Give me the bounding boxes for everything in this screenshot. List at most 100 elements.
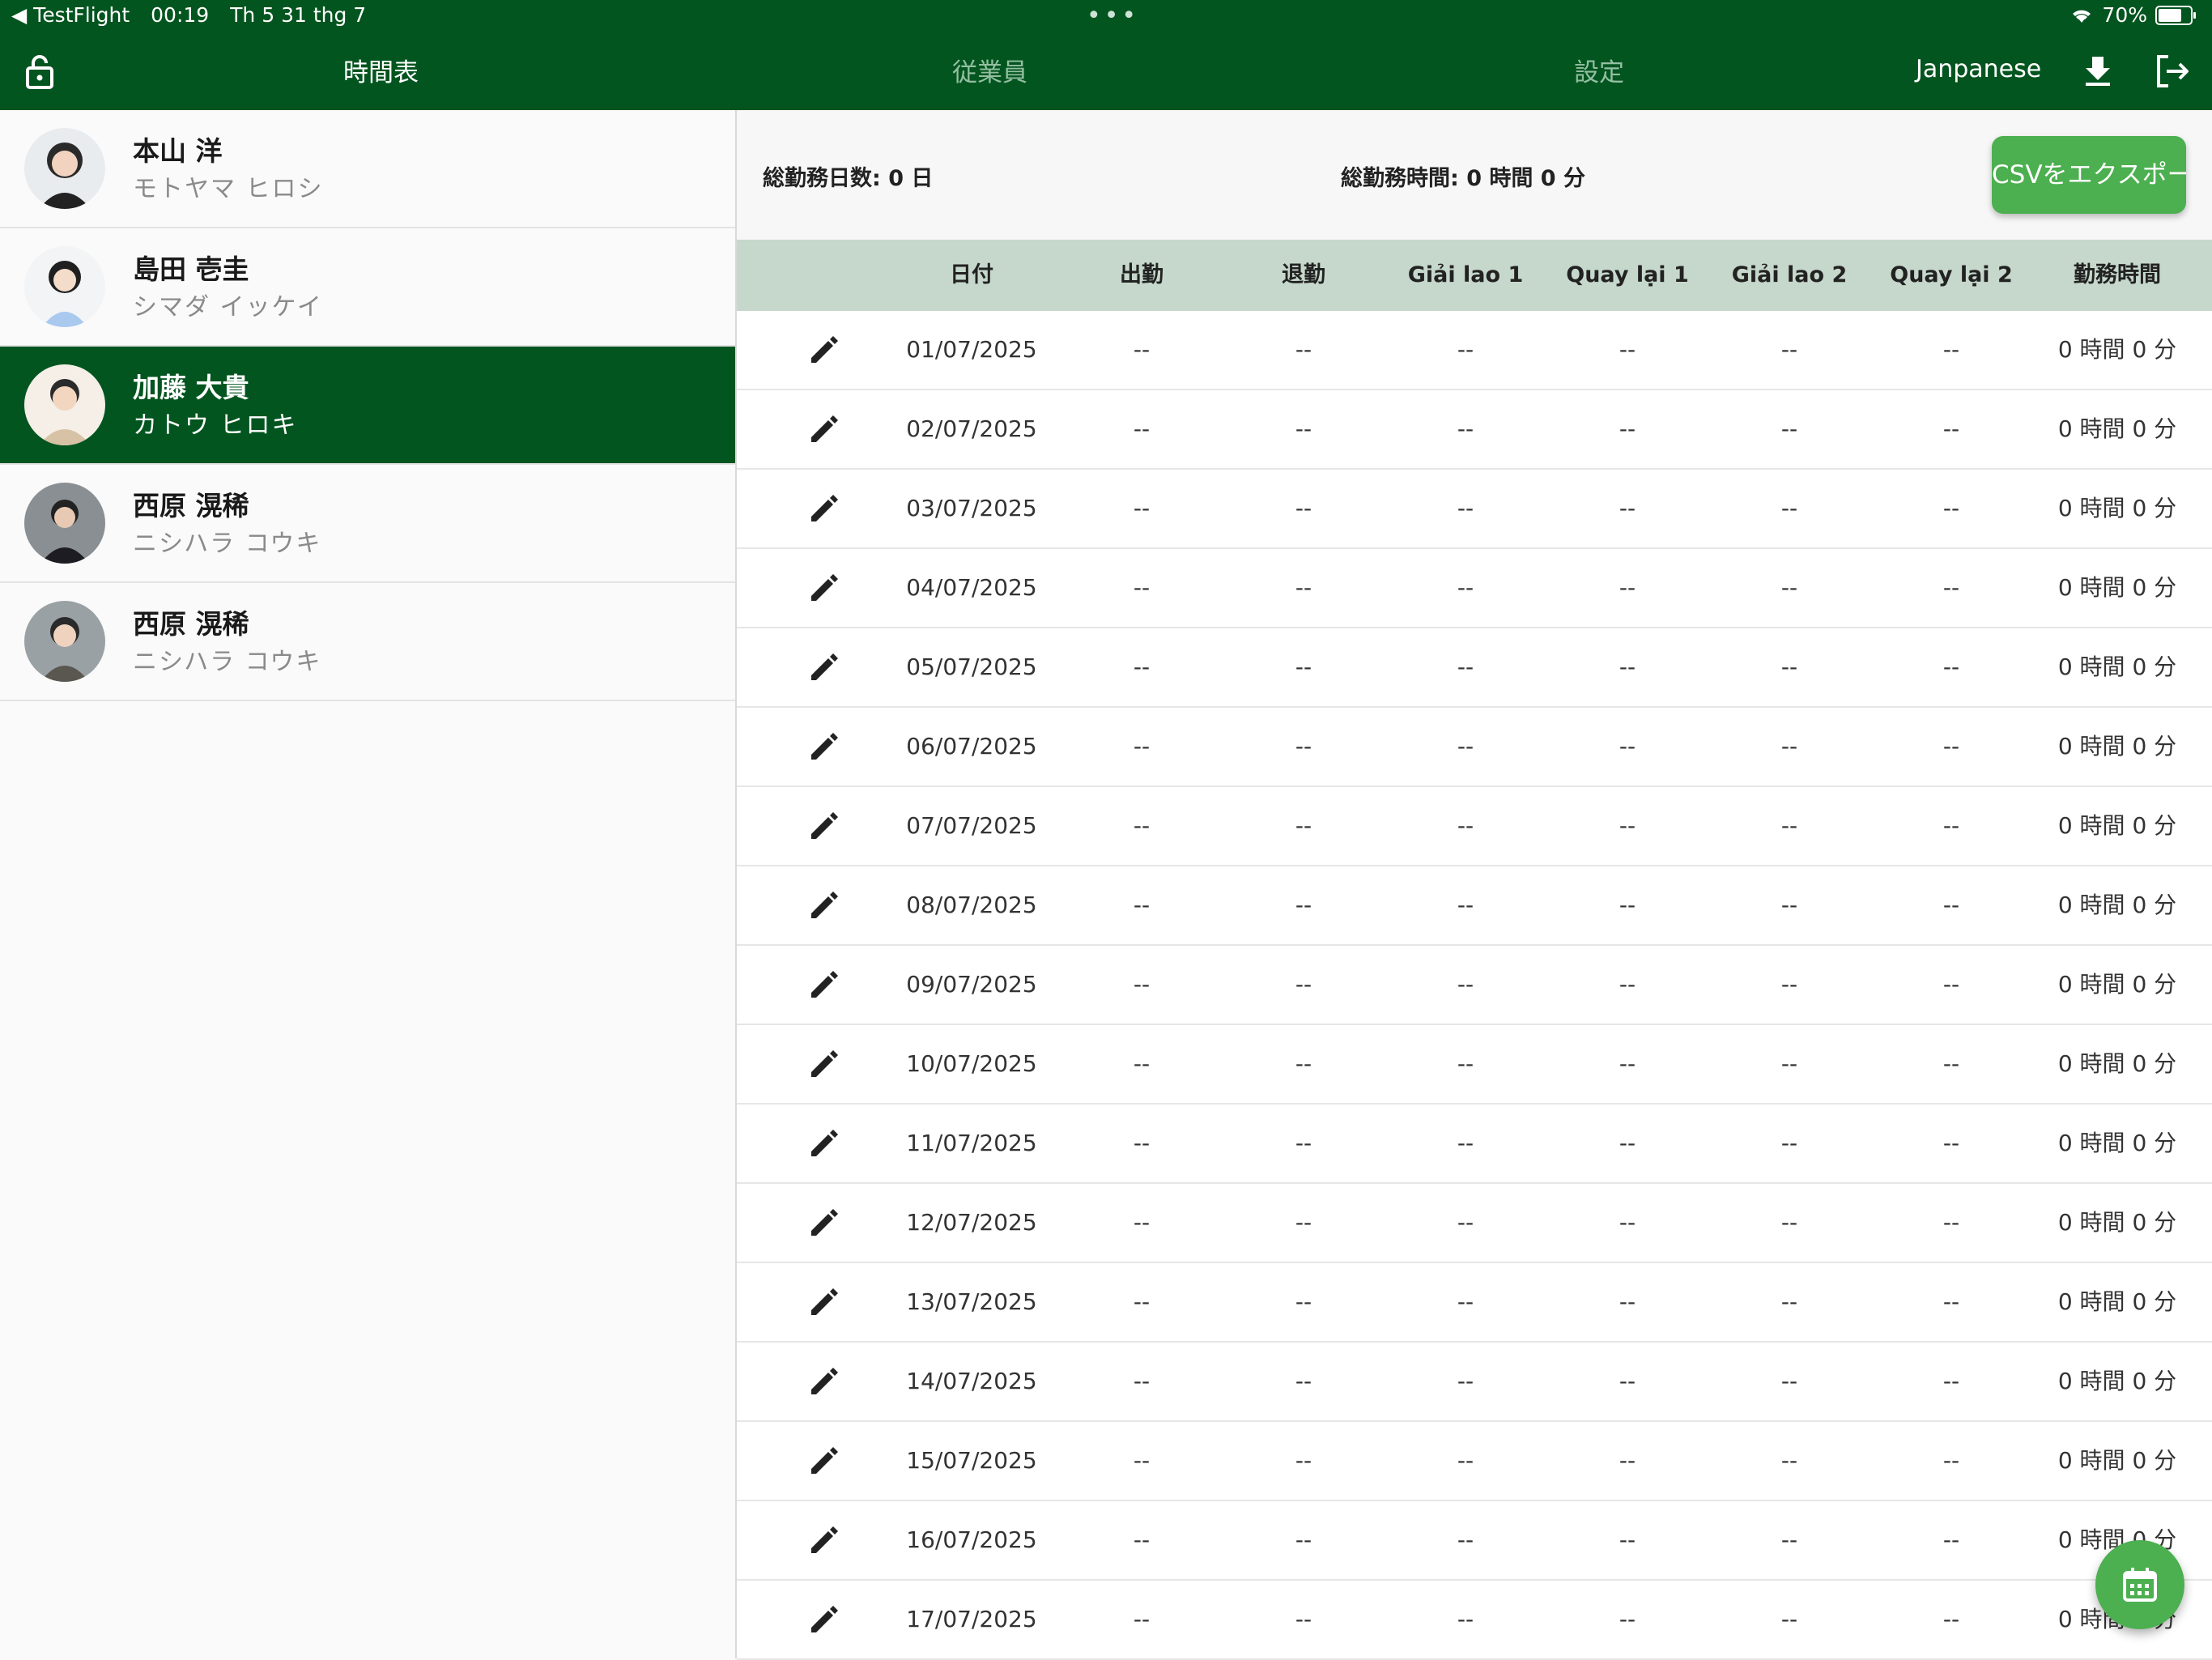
cell-clock-in: --: [1133, 1368, 1151, 1394]
pencil-icon[interactable]: [806, 491, 842, 526]
cell-clock-in: --: [1133, 812, 1151, 839]
table-row: 11/07/2025 -- -- -- -- -- -- 0 時間 0 分: [737, 1105, 2212, 1184]
pencil-icon[interactable]: [806, 967, 842, 1002]
pencil-icon[interactable]: [806, 887, 842, 923]
cell-return-2: --: [1942, 1526, 1960, 1553]
wifi-icon: [2073, 10, 2091, 23]
column-header-break-2: Giải lao 2: [1731, 262, 1848, 287]
cell-break-1: --: [1457, 653, 1474, 680]
employee-item[interactable]: 島田 壱圭 シマダ イッケイ: [0, 228, 735, 347]
multitasking-dots[interactable]: •••: [1087, 2, 1139, 30]
pencil-icon[interactable]: [806, 808, 842, 844]
table-row: 12/07/2025 -- -- -- -- -- -- 0 時間 0 分: [737, 1184, 2212, 1263]
table-row: 04/07/2025 -- -- -- -- -- -- 0 時間 0 分: [737, 549, 2212, 628]
cell-work-time: 0 時間 0 分: [2057, 733, 2177, 760]
pencil-icon[interactable]: [806, 649, 842, 685]
employee-name: 島田 壱圭: [133, 253, 249, 285]
cell-break-2: --: [1780, 1050, 1798, 1077]
cell-return-2: --: [1942, 1209, 1960, 1236]
cell-date: 02/07/2025: [906, 415, 1037, 442]
cell-return-2: --: [1942, 1447, 1960, 1474]
tab-timesheet[interactable]: 時間表: [343, 52, 419, 88]
pencil-icon[interactable]: [806, 1284, 842, 1320]
employee-name: 西原 滉稀: [133, 490, 249, 521]
cell-return-1: --: [1619, 1447, 1636, 1474]
cell-break-2: --: [1780, 892, 1798, 918]
cell-return-1: --: [1619, 971, 1636, 998]
cell-date: 01/07/2025: [906, 336, 1037, 363]
pencil-icon[interactable]: [806, 1522, 842, 1558]
column-header-clock-in: 出勤: [1120, 262, 1163, 287]
pencil-icon[interactable]: [806, 332, 842, 368]
export-csv-button[interactable]: CSVをエクスポート: [1992, 136, 2186, 214]
employee-item[interactable]: 本山 洋 モトヤマ ヒロシ: [0, 110, 735, 228]
employee-item[interactable]: 西原 滉稀 ニシハラ コウキ: [0, 583, 735, 701]
pencil-icon[interactable]: [806, 1126, 842, 1161]
cell-date: 10/07/2025: [906, 1050, 1037, 1077]
cell-work-time: 0 時間 0 分: [2057, 1288, 2177, 1315]
table-row: 10/07/2025 -- -- -- -- -- -- 0 時間 0 分: [737, 1025, 2212, 1105]
cell-clock-out: --: [1295, 495, 1312, 521]
pencil-icon[interactable]: [806, 411, 842, 447]
pencil-icon[interactable]: [806, 729, 842, 764]
pencil-icon[interactable]: [806, 1364, 842, 1399]
cell-break-1: --: [1457, 1288, 1474, 1315]
employee-item-selected[interactable]: 加藤 大貴 カトウ ヒロキ: [0, 347, 735, 465]
cell-return-1: --: [1619, 733, 1636, 760]
status-date: Th 5 31 thg 7: [230, 3, 367, 27]
pencil-icon[interactable]: [806, 1602, 842, 1637]
cell-clock-in: --: [1133, 1130, 1151, 1156]
cell-work-time: 0 時間 0 分: [2057, 1050, 2177, 1077]
cell-break-1: --: [1457, 1050, 1474, 1077]
cell-return-1: --: [1619, 1606, 1636, 1632]
download-icon[interactable]: [2078, 50, 2118, 91]
calendar-fab-button[interactable]: [2095, 1540, 2184, 1629]
pencil-icon[interactable]: [806, 570, 842, 606]
total-work-hours: 総勤務時間: 0 時間 0 分: [1341, 166, 1585, 191]
cell-work-time: 0 時間 0 分: [2057, 1130, 2177, 1156]
cell-clock-out: --: [1295, 1526, 1312, 1553]
calendar-icon: [2123, 1568, 2157, 1602]
table-row: 06/07/2025 -- -- -- -- -- -- 0 時間 0 分: [737, 708, 2212, 787]
cell-clock-in: --: [1133, 733, 1151, 760]
cell-clock-out: --: [1295, 1288, 1312, 1315]
lock-icon[interactable]: [19, 52, 60, 92]
cell-return-2: --: [1942, 1050, 1960, 1077]
table-row: 03/07/2025 -- -- -- -- -- -- 0 時間 0 分: [737, 470, 2212, 549]
status-bar: ◀ TestFlight 00:19 Th 5 31 thg 7 ••• 70%: [0, 0, 2212, 34]
avatar: [24, 483, 105, 564]
employee-item[interactable]: 西原 滉稀 ニシハラ コウキ: [0, 465, 735, 583]
tab-employees[interactable]: 従業員: [952, 52, 1027, 88]
table-row: 08/07/2025 -- -- -- -- -- -- 0 時間 0 分: [737, 866, 2212, 946]
cell-work-time: 0 時間 0 分: [2057, 971, 2177, 998]
cell-clock-out: --: [1295, 733, 1312, 760]
pencil-icon[interactable]: [806, 1205, 842, 1241]
cell-break-1: --: [1457, 1368, 1474, 1394]
cell-clock-out: --: [1295, 1606, 1312, 1632]
cell-break-1: --: [1457, 1447, 1474, 1474]
pencil-icon[interactable]: [806, 1046, 842, 1082]
cell-date: 14/07/2025: [906, 1368, 1037, 1394]
table-row: 01/07/2025 -- -- -- -- -- -- 0 時間 0 分: [737, 311, 2212, 390]
logout-icon[interactable]: [2150, 50, 2193, 92]
cell-break-2: --: [1780, 574, 1798, 601]
cell-clock-in: --: [1133, 1209, 1151, 1236]
cell-return-2: --: [1942, 1130, 1960, 1156]
cell-date: 09/07/2025: [906, 971, 1037, 998]
cell-date: 08/07/2025: [906, 892, 1037, 918]
table-row: 13/07/2025 -- -- -- -- -- -- 0 時間 0 分: [737, 1263, 2212, 1343]
cell-return-2: --: [1942, 971, 1960, 998]
back-to-testflight[interactable]: ◀ TestFlight: [11, 3, 130, 27]
cell-work-time: 0 時間 0 分: [2057, 653, 2177, 680]
tab-settings[interactable]: 設定: [1574, 52, 1624, 88]
cell-return-1: --: [1619, 892, 1636, 918]
cell-date: 17/07/2025: [906, 1606, 1037, 1632]
employee-name: 本山 洋: [133, 135, 223, 167]
cell-work-time: 0 時間 0 分: [2057, 892, 2177, 918]
cell-break-1: --: [1457, 1526, 1474, 1553]
cell-work-time: 0 時間 0 分: [2057, 574, 2177, 601]
pencil-icon[interactable]: [806, 1443, 842, 1479]
cell-clock-in: --: [1133, 1447, 1151, 1474]
cell-clock-in: --: [1133, 892, 1151, 918]
language-selector[interactable]: Janpanese: [1916, 55, 2041, 83]
